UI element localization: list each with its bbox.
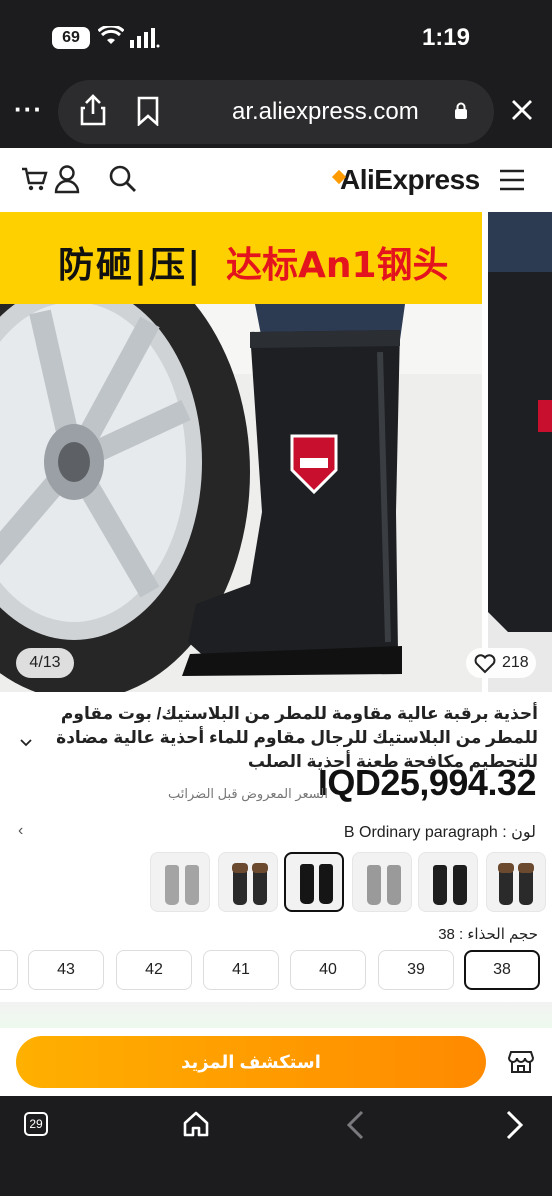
color-label: لون : B Ordinary paragraph xyxy=(343,824,536,841)
share-icon[interactable] xyxy=(80,94,106,131)
explore-more-button[interactable]: استكشف المزيد xyxy=(16,1036,486,1088)
back-icon[interactable] xyxy=(344,1110,366,1145)
action-bar: استكشف المزيد xyxy=(0,1028,552,1096)
home-icon[interactable] xyxy=(182,1110,210,1143)
color-selector-header: ‹ لون : B Ordinary paragraph xyxy=(0,822,552,844)
url-text[interactable]: ar.aliexpress.com xyxy=(232,98,419,126)
cart-icon[interactable] xyxy=(20,165,48,198)
wishlist-button[interactable]: 218 xyxy=(466,648,536,678)
status-bar: 69 1:19 xyxy=(0,0,552,76)
chevron-down-icon[interactable] xyxy=(20,731,32,755)
size-option[interactable]: 39 xyxy=(378,950,454,990)
signal-icon xyxy=(130,28,160,53)
size-option-partial[interactable] xyxy=(0,950,18,990)
browser-toolbar: 29 xyxy=(0,1096,552,1196)
search-icon[interactable] xyxy=(108,164,138,199)
size-options: 38 39 40 41 42 43 xyxy=(0,950,552,992)
size-label: حجم الحذاء : 38 xyxy=(438,926,538,943)
close-icon[interactable] xyxy=(510,98,534,127)
wifi-icon xyxy=(97,24,125,51)
color-swatch[interactable] xyxy=(218,852,278,912)
gallery-slide-next[interactable] xyxy=(488,212,552,692)
color-swatch[interactable] xyxy=(418,852,478,912)
browser-url-bar: ··· ar.aliexpress.com xyxy=(0,76,552,148)
menu-icon[interactable] xyxy=(498,168,526,197)
tabs-button[interactable]: 29 xyxy=(24,1112,48,1136)
image-counter: 4/13 xyxy=(16,648,74,678)
banner-text-left: 防砸|压| xyxy=(58,245,203,286)
battery-indicator: 69 xyxy=(52,27,90,49)
product-gallery[interactable]: 防砸|压| 达标An1钢头 4/13 218 xyxy=(0,212,552,692)
gallery-slide-current[interactable]: 防砸|压| 达标An1钢头 4/13 xyxy=(0,212,482,692)
price-tax-note: السعر المعروض قبل الضرائب xyxy=(168,786,328,801)
banner-text-right: 达标An1钢头 xyxy=(226,245,449,286)
site-header: AliExpress xyxy=(0,148,552,212)
account-icon[interactable] xyxy=(54,164,80,199)
wishlist-count: 218 xyxy=(502,654,529,671)
color-swatch[interactable] xyxy=(352,852,412,912)
product-price: IQD25,994.32 xyxy=(317,762,537,803)
size-option[interactable]: 40 xyxy=(290,950,366,990)
size-option[interactable]: 38 xyxy=(464,950,540,990)
aliexpress-logo[interactable]: AliExpress xyxy=(331,164,480,196)
section-divider xyxy=(0,1002,552,1028)
size-option[interactable]: 43 xyxy=(28,950,104,990)
store-icon[interactable] xyxy=(507,1048,535,1079)
promo-banner: 防砸|压| 达标An1钢头 xyxy=(0,212,482,304)
size-option[interactable]: 42 xyxy=(116,950,192,990)
more-icon[interactable]: ··· xyxy=(14,94,43,125)
clock: 1:19 xyxy=(421,24,470,51)
heart-icon xyxy=(474,654,496,679)
chevron-left-icon[interactable]: ‹ xyxy=(18,822,23,840)
size-option[interactable]: 41 xyxy=(203,950,279,990)
color-swatch[interactable] xyxy=(150,852,210,912)
color-swatch-selected[interactable] xyxy=(284,852,344,912)
bookmark-icon[interactable] xyxy=(136,96,160,131)
forward-icon[interactable] xyxy=(504,1110,526,1145)
color-swatch[interactable] xyxy=(486,852,546,912)
color-swatches xyxy=(150,852,552,914)
lock-icon xyxy=(454,102,468,125)
